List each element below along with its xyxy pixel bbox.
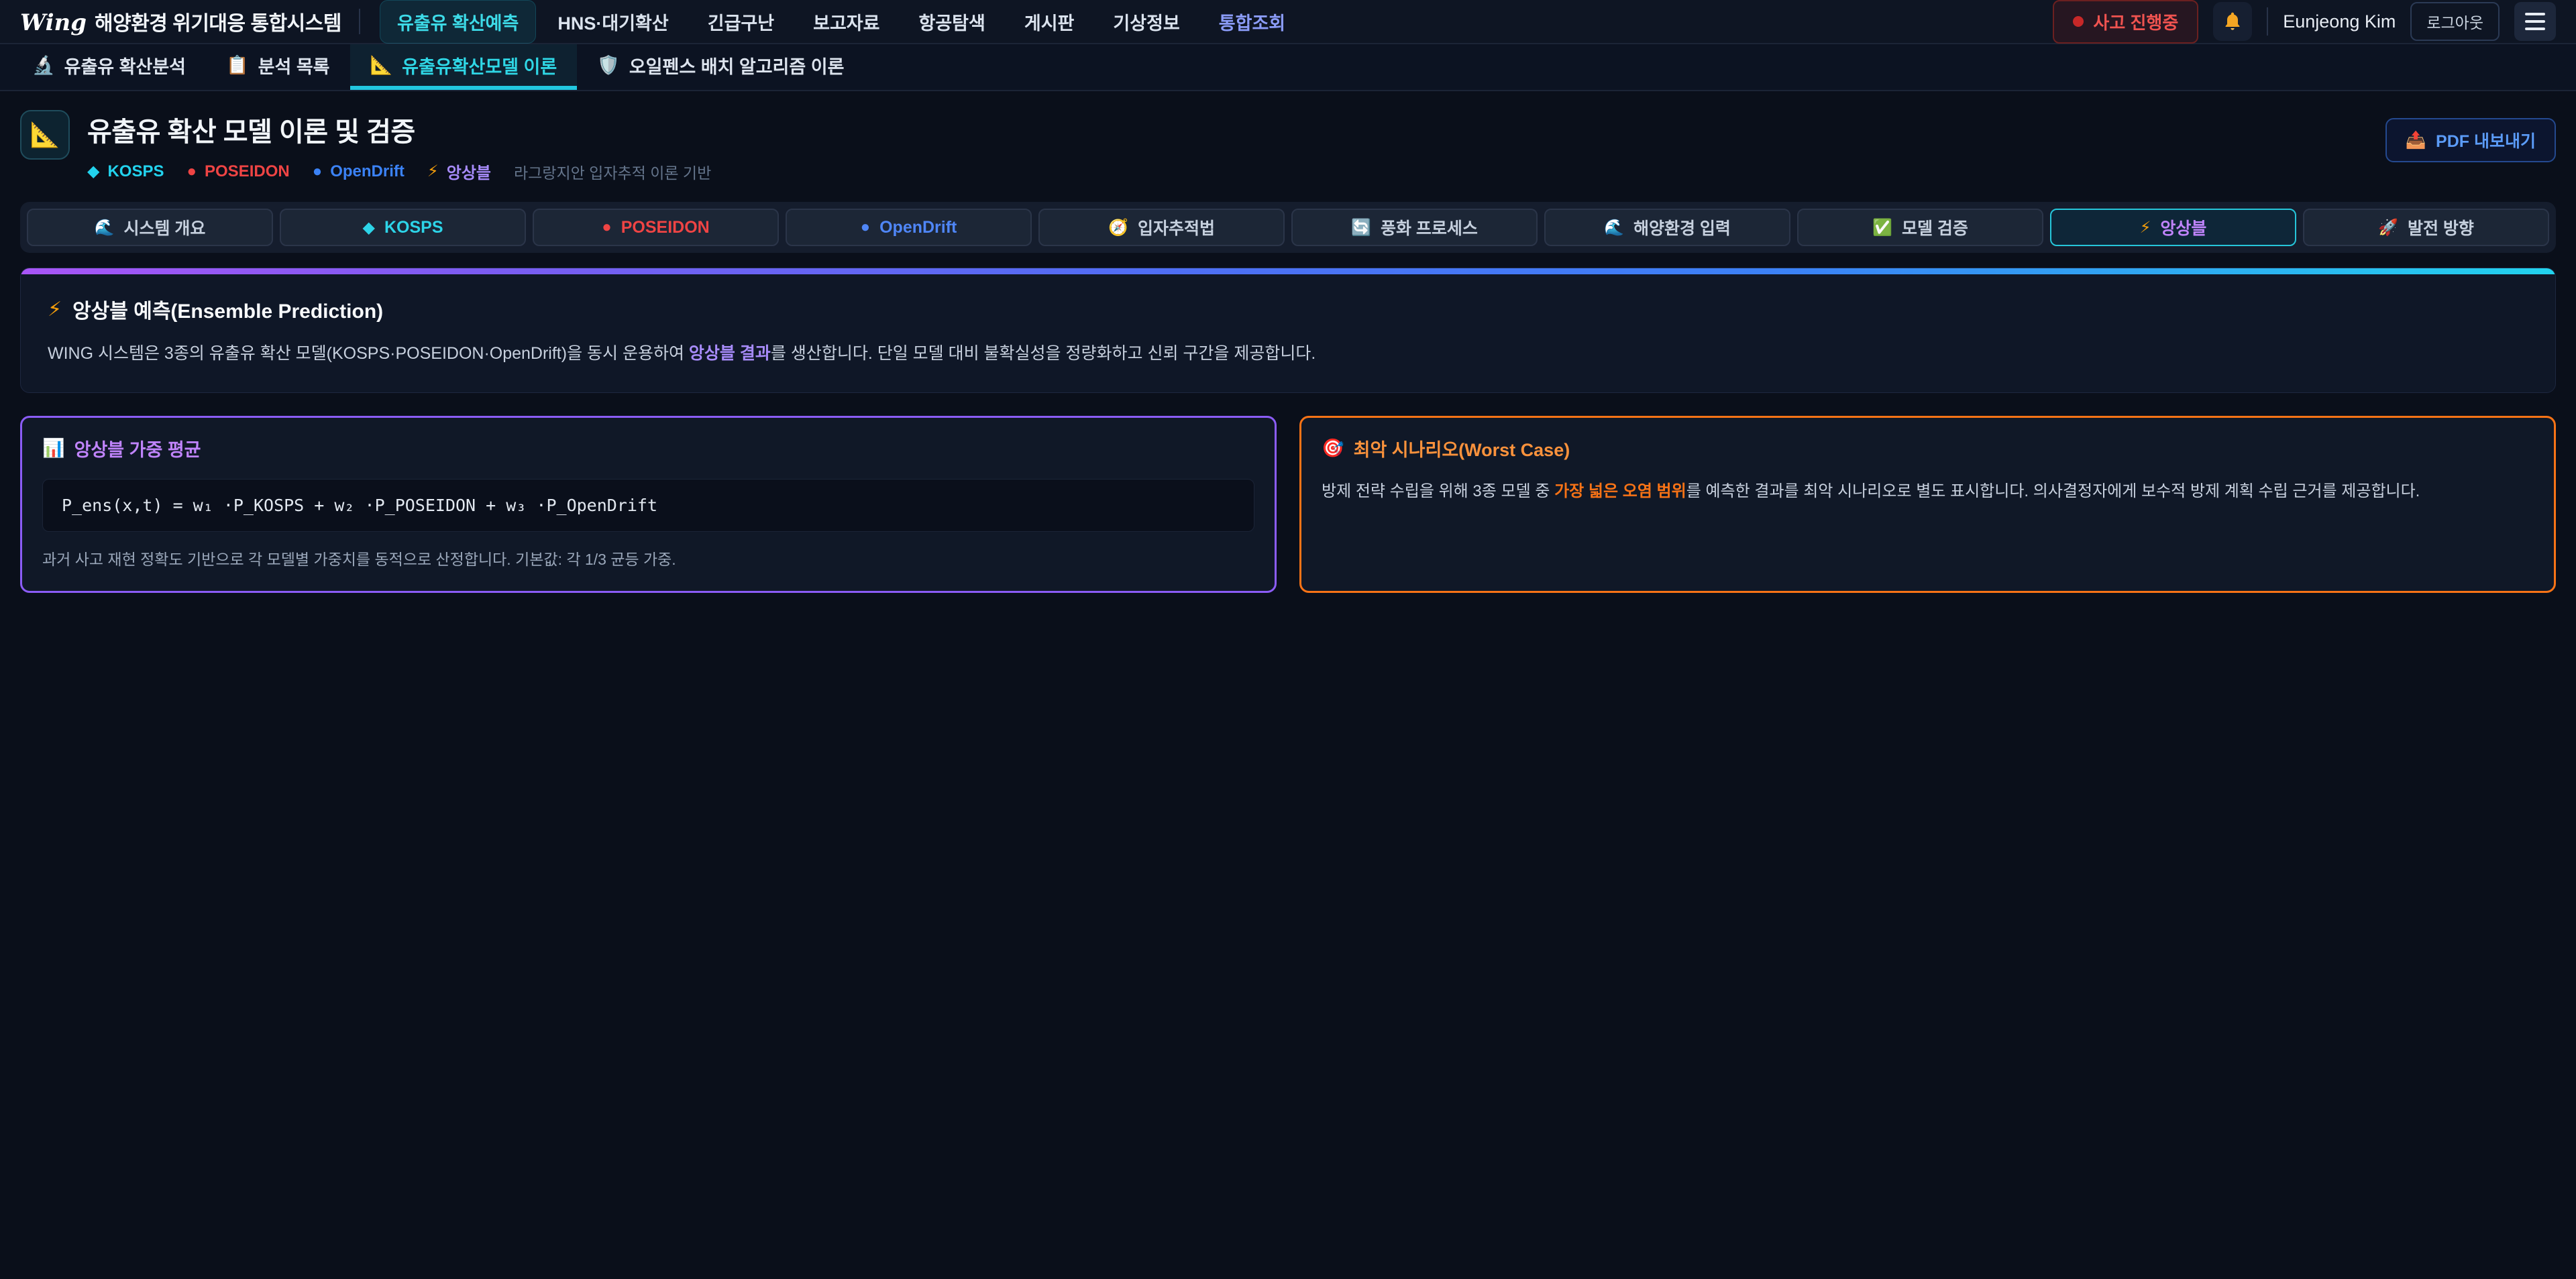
section-button-ensemble[interactable]: ⚡ 앙상블 [2050, 209, 2296, 246]
section-nav: 🌊 시스템 개요 ◆ KOSPS ● POSEIDON ● OpenDrift … [20, 202, 2556, 253]
page-title: 유출유 확산 모델 이론 및 검증 [87, 110, 711, 149]
weighted-average-card: 📊 앙상블 가중 평균 P_ens(x,t) = w₁ ·P_KOSPS + w… [20, 416, 1277, 594]
nav-item-hns-air-diffusion[interactable]: HNS·대기확산 [540, 0, 686, 44]
circle-icon: ● [861, 218, 871, 237]
pdf-export-label: PDF 내보내기 [2436, 128, 2536, 152]
hamburger-menu-icon[interactable] [2514, 2, 2556, 41]
weighted-average-title: 📊 앙상블 가중 평균 [42, 435, 1254, 461]
nav-item-integrated-search[interactable]: 통합조회 [1201, 0, 1303, 44]
tab-diffusion-model-theory[interactable]: 📐 유출유확산모델 이론 [350, 44, 578, 90]
incident-badge-label: 사고 진행중 [2093, 9, 2178, 34]
pdf-export-button[interactable]: 📤 PDF 내보내기 [2385, 118, 2556, 162]
sub-tab-bar: 🔬 유출유 확산분석 📋 분석 목록 📐 유출유확산모델 이론 🛡️ 오일펜스 … [0, 44, 2576, 91]
gradient-accent-bar [21, 268, 2555, 274]
username-label: Eunjeong Kim [2283, 11, 2396, 32]
circle-icon: ● [313, 162, 323, 181]
header-subtitle-note: 라그랑지안 입자추적 이론 기반 [514, 160, 711, 183]
rocket-icon: 🚀 [2378, 218, 2398, 237]
lightning-icon: ⚡ [427, 162, 439, 181]
section-button-model-validation[interactable]: ✅ 모델 검증 [1797, 209, 2043, 246]
section-button-weathering-process[interactable]: 🔄 풍화 프로세스 [1291, 209, 1538, 246]
section-button-future-direction[interactable]: 🚀 발전 방향 [2303, 209, 2549, 246]
section-button-particle-tracking[interactable]: 🧭 입자추적법 [1038, 209, 1285, 246]
nav-divider [359, 9, 360, 34]
ensemble-result-highlight: 앙상블 결과 [689, 344, 771, 363]
page-icon-box: 📐 [20, 110, 70, 160]
section-button-opendrift[interactable]: ● OpenDrift [786, 209, 1032, 246]
app-logo: Wing 해양환경 위기대응 통합시스템 [20, 7, 341, 36]
logo-wordmark: Wing [20, 9, 87, 36]
check-icon: ✅ [1872, 218, 1892, 237]
diamond-icon: ◆ [87, 162, 99, 181]
ensemble-cards-row: 📊 앙상블 가중 평균 P_ens(x,t) = w₁ ·P_KOSPS + w… [20, 416, 2556, 594]
export-icon: 📤 [2406, 131, 2426, 150]
ensemble-prediction-panel: ⚡ 앙상블 예측(Ensemble Prediction) WING 시스템은 … [20, 268, 2556, 393]
worst-case-description: 방제 전략 수립을 위해 3종 모델 중 가장 넓은 오염 범위를 예측한 결과… [1322, 479, 2534, 504]
badge-ensemble: ⚡ 앙상블 [427, 160, 491, 183]
notification-bell-button[interactable] [2213, 2, 2252, 41]
compass-icon: 🧭 [1108, 218, 1128, 237]
tab-oil-spill-analysis[interactable]: 🔬 유출유 확산분석 [12, 44, 206, 90]
tab-analysis-list[interactable]: 📋 분석 목록 [206, 44, 350, 90]
badge-poseidon: ● POSEIDON [187, 162, 290, 181]
tab-label: 유출유확산모델 이론 [402, 52, 557, 78]
lightning-icon: ⚡ [2140, 218, 2151, 237]
widest-range-highlight: 가장 넓은 오염 범위 [1554, 482, 1686, 500]
weighted-average-caption: 과거 사고 재현 정확도 기반으로 각 모델별 가중치를 동적으로 산정합니다.… [42, 548, 1254, 571]
wave-icon: 🌊 [95, 218, 115, 237]
tab-oil-fence-algorithm-theory[interactable]: 🛡️ 오일펜스 배치 알고리즘 이론 [577, 44, 864, 90]
lightning-icon: ⚡ [48, 298, 62, 321]
nav-item-aerial-search[interactable]: 항공탐색 [901, 0, 1002, 44]
app-title: 해양환경 위기대응 통합시스템 [95, 7, 341, 36]
worst-case-title: 🎯 최악 시나리오(Worst Case) [1322, 435, 2534, 461]
badge-kosps: ◆ KOSPS [87, 162, 164, 181]
ensemble-panel-title: ⚡ 앙상블 예측(Ensemble Prediction) [48, 294, 2528, 324]
nav-item-board[interactable]: 게시판 [1007, 0, 1092, 44]
shield-icon: 🛡️ [597, 54, 620, 76]
worst-case-card: 🎯 최악 시나리오(Worst Case) 방제 전략 수립을 위해 3종 모델… [1299, 416, 2556, 594]
page-header: 📐 유출유 확산 모델 이론 및 검증 ◆ KOSPS ● POSEIDON ●… [0, 91, 2576, 197]
main-nav: 유출유 확산예측 HNS·대기확산 긴급구난 보고자료 항공탐색 게시판 기상정… [378, 0, 1305, 43]
diamond-icon: ◆ [363, 218, 375, 237]
user-divider [2267, 7, 2268, 36]
target-icon: 🎯 [1322, 437, 1344, 459]
nav-item-oil-spill-prediction[interactable]: 유출유 확산예측 [380, 0, 536, 44]
tab-label: 유출유 확산분석 [64, 52, 186, 78]
top-navigation-bar: Wing 해양환경 위기대응 통합시스템 유출유 확산예측 HNS·대기확산 긴… [0, 0, 2576, 44]
triangle-ruler-icon: 📐 [30, 121, 60, 149]
triangle-ruler-icon: 📐 [370, 54, 393, 76]
incident-dot-icon [2073, 16, 2084, 27]
ensemble-formula-code: P_ens(x,t) = w₁ ·P_KOSPS + w₂ ·P_POSEIDO… [42, 479, 1254, 532]
microscope-icon: 🔬 [32, 54, 55, 76]
badge-opendrift: ● OpenDrift [313, 162, 405, 181]
section-button-kosps[interactable]: ◆ KOSPS [280, 209, 526, 246]
logout-button[interactable]: 로그아웃 [2410, 2, 2500, 41]
model-badge-row: ◆ KOSPS ● POSEIDON ● OpenDrift ⚡ 앙상블 라그랑… [87, 160, 711, 183]
section-button-poseidon[interactable]: ● POSEIDON [533, 209, 779, 246]
nav-item-reports[interactable]: 보고자료 [796, 0, 897, 44]
nav-item-emergency-rescue[interactable]: 긴급구난 [690, 0, 792, 44]
bell-icon [2222, 11, 2243, 32]
page-header-text: 유출유 확산 모델 이론 및 검증 ◆ KOSPS ● POSEIDON ● O… [87, 110, 711, 183]
incident-status-badge[interactable]: 사고 진행중 [2053, 0, 2198, 44]
bar-chart-icon: 📊 [42, 437, 65, 459]
tab-label: 오일펜스 배치 알고리즘 이론 [629, 52, 845, 78]
section-button-marine-env-input[interactable]: 🌊 해양환경 입력 [1544, 209, 1790, 246]
circle-icon: ● [187, 162, 197, 181]
section-button-system-overview[interactable]: 🌊 시스템 개요 [27, 209, 273, 246]
ensemble-panel-description: WING 시스템은 3종의 유출유 확산 모델(KOSPS·POSEIDON·O… [48, 341, 2528, 367]
ensemble-panel-body: ⚡ 앙상블 예측(Ensemble Prediction) WING 시스템은 … [21, 274, 2555, 392]
topnav-right-group: 사고 진행중 Eunjeong Kim 로그아웃 [2053, 0, 2556, 44]
circle-icon: ● [602, 218, 612, 237]
nav-item-weather-info[interactable]: 기상정보 [1095, 0, 1197, 44]
wave-icon: 🌊 [1604, 218, 1624, 237]
cycle-arrows-icon: 🔄 [1351, 218, 1371, 237]
tab-label: 분석 목록 [258, 52, 330, 78]
clipboard-icon: 📋 [226, 54, 249, 76]
